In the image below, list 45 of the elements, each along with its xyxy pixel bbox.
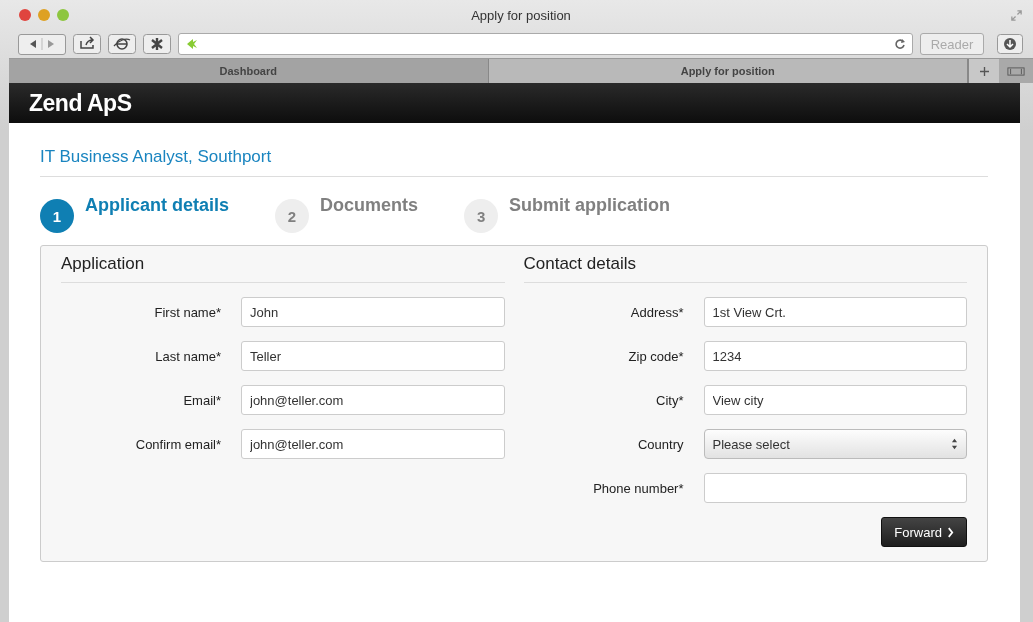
browser-tab[interactable]: Apply for position (488, 59, 968, 83)
wizard-step[interactable]: 1 Applicant details (40, 197, 230, 233)
text-field[interactable]: Teller (241, 341, 505, 371)
plus-icon (979, 66, 989, 76)
field-label: First name* (153, 304, 222, 320)
text-field[interactable]: 1st View Crt. (703, 297, 967, 327)
forward-button[interactable]: Forward (881, 517, 967, 547)
minimize-button[interactable] (38, 9, 50, 21)
window-title: Apply for position (471, 7, 571, 23)
tab-overview-icon[interactable] (1007, 66, 1025, 76)
section-title: Application (61, 254, 505, 283)
section-title: Contact details (523, 254, 967, 283)
field-label: Zip code* (627, 348, 685, 364)
field-label: Phone number* (592, 480, 685, 496)
stepper-icon (951, 438, 958, 450)
field-label: Confirm email* (134, 436, 222, 452)
job-title: IT Business Analyst, Southport (40, 147, 988, 177)
wizard-step[interactable]: 2 Documents (275, 197, 419, 233)
browser-tab[interactable]: Dashboard (9, 59, 489, 83)
brand-logo[interactable]: Zend ApS (29, 89, 132, 117)
field-label: City* (655, 392, 685, 408)
share-icon[interactable] (73, 34, 101, 54)
asterisk-icon[interactable] (143, 34, 171, 54)
wizard-step[interactable]: 3 Submit application (464, 197, 671, 233)
country-select[interactable]: Please select (703, 429, 967, 459)
text-field[interactable]: john@teller.com (241, 385, 505, 415)
field-label: Address* (629, 304, 685, 320)
text-field[interactable]: john@teller.com (241, 429, 505, 459)
field-label: Last name* (154, 348, 222, 364)
text-field[interactable]: John (241, 297, 505, 327)
download-icon[interactable] (997, 34, 1023, 54)
field-label: Country (636, 436, 685, 452)
new-tab-button[interactable] (968, 59, 999, 83)
browser-icon[interactable] (108, 34, 136, 54)
back-forward-button[interactable] (18, 33, 66, 55)
close-button[interactable] (19, 9, 31, 21)
field-label: Email* (182, 392, 222, 408)
chevron-icon (947, 526, 954, 538)
leaf-icon (185, 38, 199, 50)
fullscreen-icon[interactable] (1010, 9, 1023, 22)
reload-icon[interactable] (894, 38, 906, 50)
address-field[interactable] (178, 33, 913, 55)
text-field[interactable]: 1234 (703, 341, 967, 371)
text-field[interactable]: View city (703, 385, 967, 415)
text-field[interactable] (703, 473, 967, 503)
